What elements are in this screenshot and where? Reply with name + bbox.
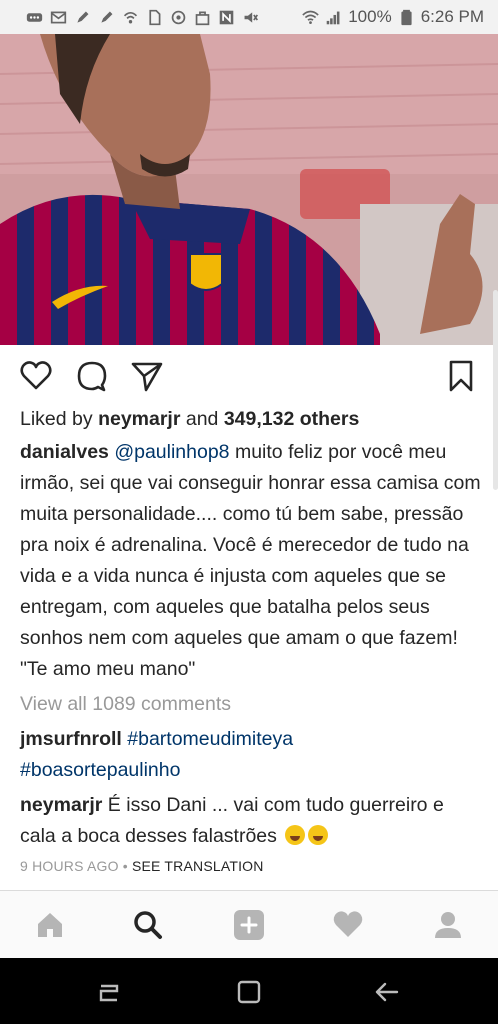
home-button[interactable] <box>233 976 265 1008</box>
status-time: 6:26 PM <box>420 7 484 26</box>
bottom-tab-bar <box>0 890 498 958</box>
tab-home[interactable] <box>30 905 70 945</box>
rofl-emoji-icon <box>308 825 329 845</box>
tab-activity[interactable] <box>328 905 368 945</box>
search-icon <box>134 911 162 939</box>
likes-user[interactable]: neymarjr <box>98 408 180 430</box>
meta-separator: • <box>118 858 132 874</box>
caption-text: muito feliz por você meu irmão, sei que … <box>20 441 481 649</box>
sim-icon <box>146 9 163 26</box>
battery-percent: 100% <box>348 7 392 26</box>
caption-author[interactable]: danialves <box>20 441 109 463</box>
post-timestamp: 9 HOURS AGO <box>20 858 119 874</box>
bookmark-icon <box>449 360 473 392</box>
post-meta: 9 HOURS AGO • SEE TRANSLATION <box>20 854 482 878</box>
laughing-emoji-icon <box>285 825 306 845</box>
status-bar: 100% 6:26 PM <box>0 0 498 34</box>
likes-prefix: Liked by <box>20 408 99 430</box>
likes-and: and <box>180 408 224 430</box>
back-button[interactable] <box>371 976 403 1008</box>
more-icon <box>26 9 43 26</box>
comment-author[interactable]: neymarjr <box>20 794 102 816</box>
comment-hashtag[interactable]: #boasortepaulinho <box>20 759 180 781</box>
comment-icon <box>77 361 107 392</box>
nfc-icon <box>218 9 235 26</box>
post-details: Liked by neymarjr and 349,132 others dan… <box>20 404 482 878</box>
tab-new-post[interactable] <box>229 905 269 945</box>
signal-icon <box>325 9 342 26</box>
back-arrow-icon <box>375 982 399 1002</box>
post-actions <box>0 356 498 398</box>
mail-icon <box>50 9 67 26</box>
tab-profile[interactable] <box>428 905 468 945</box>
battery-icon <box>398 9 415 26</box>
like-button[interactable] <box>18 356 54 396</box>
recents-icon <box>99 984 119 1002</box>
view-all-comments[interactable]: View all 1089 comments <box>20 689 482 720</box>
scrollbar[interactable] <box>493 290 498 490</box>
recents-button[interactable] <box>93 976 125 1008</box>
tab-search[interactable] <box>128 905 168 945</box>
profile-icon <box>435 912 461 938</box>
comment-hashtag[interactable]: #bartomeudimiteya <box>127 728 293 750</box>
wifi-call-icon <box>122 9 139 26</box>
send-icon <box>131 362 163 392</box>
comment-item: neymarjr É isso Dani ... vai com tudo gu… <box>20 790 482 852</box>
save-button[interactable] <box>443 356 479 396</box>
see-translation-link[interactable]: SEE TRANSLATION <box>132 858 264 874</box>
status-icons-right: 100% 6:26 PM <box>302 7 484 27</box>
home-icon <box>38 913 62 937</box>
post-photo <box>0 34 498 345</box>
caption-mention[interactable]: @paulinhop8 <box>114 441 229 463</box>
android-nav-bar <box>0 958 498 1024</box>
bag-icon <box>194 9 211 26</box>
status-icons-left <box>26 9 259 26</box>
caption-quote: "Te amo meu mano" <box>20 658 196 680</box>
pen-icon <box>74 9 91 26</box>
heart-icon <box>20 361 52 390</box>
comment-button[interactable] <box>74 356 110 396</box>
heart-icon <box>333 911 363 937</box>
mute-icon <box>242 9 259 26</box>
comment-author[interactable]: jmsurfnroll <box>20 728 122 750</box>
home-square-icon <box>237 980 261 1004</box>
share-button[interactable] <box>129 356 165 396</box>
pen-icon <box>98 9 115 26</box>
likes-line[interactable]: Liked by neymarjr and 349,132 others <box>20 404 482 437</box>
post-image[interactable] <box>0 34 498 345</box>
wifi-icon <box>302 9 319 26</box>
comment-item: jmsurfnroll #bartomeudimiteya #boasortep… <box>20 724 482 786</box>
add-post-icon <box>234 910 264 940</box>
sync-icon <box>170 9 187 26</box>
likes-count[interactable]: 349,132 others <box>224 408 360 430</box>
post-caption: danialves @paulinhop8 muito feliz por vo… <box>20 437 482 685</box>
